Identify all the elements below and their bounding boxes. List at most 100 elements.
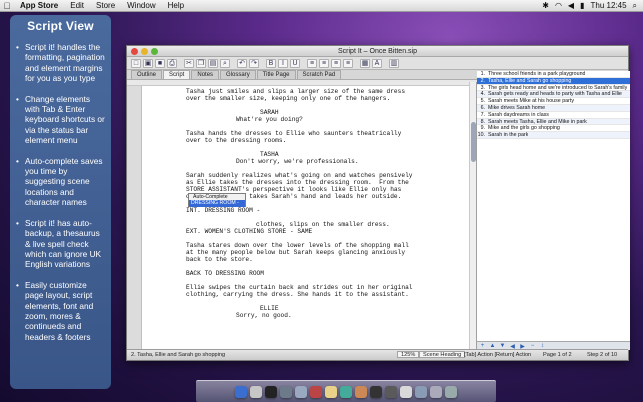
new-document-icon[interactable]: □ (131, 58, 141, 68)
promo-bullet: Change elements with Tab & Enter keyboar… (16, 94, 105, 146)
app-icon[interactable] (385, 385, 397, 398)
tab-outline[interactable]: Outline (131, 70, 163, 79)
script-it-dock-icon[interactable] (400, 385, 412, 398)
safari-icon[interactable] (295, 385, 307, 398)
scene-row[interactable]: 3. The girls head home and we're introdu… (477, 85, 630, 92)
scene-row[interactable]: 8. Sarah meets Tasha, Ellie and Mike in … (477, 118, 630, 126)
copy-icon[interactable]: ❐ (196, 58, 206, 68)
menu-edit[interactable]: Edit (64, 1, 90, 10)
scene-row[interactable]: 9. Mike and the girls go shopping (477, 125, 630, 133)
menu-clock[interactable]: Thu 12:45 (590, 1, 626, 10)
script-dialogue-line[interactable]: Don't worry, we're professionals. (236, 158, 359, 166)
window-titlebar[interactable]: Script It – Once Bitten.sip (127, 46, 628, 57)
battery-icon[interactable]: ▮ (580, 1, 584, 10)
facetime-icon[interactable] (340, 385, 352, 398)
promo-bullet: Script it! handles the formatting, pagin… (16, 42, 105, 84)
promo-bullet: Script it! has auto-backup, a thesaurus … (16, 218, 105, 270)
trash-icon[interactable] (445, 385, 457, 398)
script-action-line[interactable]: back to the store. (186, 256, 253, 264)
activity-monitor-icon[interactable] (280, 385, 292, 398)
feature-promo-panel: Script View Script it! handles the forma… (10, 15, 111, 389)
underline-icon[interactable]: U (290, 58, 300, 68)
terminal-icon[interactable] (265, 385, 277, 398)
cut-icon[interactable]: ✂ (184, 58, 194, 68)
page-counter: Page 1 of 2 (543, 352, 572, 358)
scene-title: Sarah daydreams in class (488, 111, 549, 118)
documents-stack-icon[interactable] (430, 385, 442, 398)
scene-row[interactable]: 7. Sarah daydreams in class (477, 112, 630, 119)
volume-icon[interactable]: ◀ (568, 1, 574, 10)
script-editor-area: Tasha just smiles and slips a larger siz… (127, 82, 477, 350)
menu-window[interactable]: Window (121, 1, 161, 10)
wifi-icon[interactable]: ◠ (555, 1, 562, 10)
window-title: Script It – Once Bitten.sip (338, 47, 417, 55)
menu-store[interactable]: Store (90, 1, 121, 10)
tab-title-page[interactable]: Title Page (256, 70, 296, 79)
tab-glossary[interactable]: Glossary (220, 70, 256, 79)
scene-row[interactable]: 1. Three school friends in a park playgr… (477, 71, 630, 78)
italic-icon[interactable]: I (278, 58, 288, 68)
script-action-line[interactable]: over to the dressing rooms. (186, 137, 286, 145)
highlight-color-icon[interactable]: ▦ (360, 58, 370, 68)
scene-title: Sarah gets ready and heads to party with… (488, 91, 622, 98)
downloads-stack-icon[interactable] (415, 385, 427, 398)
toolbar-separator (384, 59, 387, 68)
photo-icon[interactable] (355, 385, 367, 398)
tab-notes[interactable]: Notes (191, 70, 220, 79)
scene-row-selected[interactable]: 2. Tasha, Ellie and Sarah go shopping (477, 77, 630, 85)
print-icon[interactable]: ⎙ (167, 58, 177, 68)
script-scrollbar[interactable] (469, 82, 476, 350)
spotlight-icon[interactable]: ⌕ (633, 1, 637, 11)
zoom-select[interactable]: 125% (397, 351, 420, 358)
bold-icon[interactable]: B (266, 58, 276, 68)
autocomplete-popup: Auto-Complete DRESSING ROOM - (188, 193, 246, 207)
save-icon[interactable]: ■ (155, 58, 165, 68)
open-folder-icon[interactable]: ▣ (143, 58, 153, 68)
autocomplete-selected-option[interactable]: DRESSING ROOM - (189, 200, 245, 207)
script-action-line[interactable]: over the smaller size, keeping only one … (186, 95, 390, 103)
scene-row[interactable]: 6. Mike drives Sarah home (477, 104, 630, 112)
tab-script[interactable]: Script (163, 70, 191, 79)
menu-extras: ✱ ◠ ◀ ▮ Thu 12:45 ⌕ (542, 1, 643, 11)
promo-bullet-list: Script it! handles the formatting, pagin… (16, 42, 105, 342)
apple-menu-icon[interactable]:  (0, 1, 14, 11)
scene-navigator: 1. Three school friends in a park playgr… (477, 71, 630, 350)
system-preferences-icon[interactable] (250, 385, 262, 398)
scene-navigator-toggle-icon[interactable]: ▥ (389, 58, 399, 68)
menu-help[interactable]: Help (162, 1, 190, 10)
menu-app-store[interactable]: App Store (14, 1, 64, 10)
script-dialogue-line[interactable]: Sorry, no good. (236, 312, 292, 320)
undo-icon[interactable]: ↶ (237, 58, 247, 68)
bluetooth-icon[interactable]: ✱ (542, 1, 549, 10)
script-transition-line[interactable]: BACK TO DRESSING ROOM (186, 270, 264, 278)
element-shortcut-hint: [Tab] Action [Return] Action (464, 352, 532, 358)
align-center-icon[interactable]: ≡ (319, 58, 329, 68)
tab-scratch-pad[interactable]: Scratch Pad (296, 70, 342, 79)
scene-row[interactable]: 10. Sarah in the park (477, 132, 630, 139)
element-type-select[interactable]: Scene Heading (419, 351, 466, 358)
scene-title: Sarah meets Mike at his house party (488, 98, 574, 104)
scene-number: 5. (480, 98, 485, 105)
toolbar-separator (179, 59, 182, 68)
script-scene-heading[interactable]: EXT. WOMEN'S CLOTHING STORE - SAME (186, 228, 312, 236)
scene-row[interactable]: 4. Sarah gets ready and heads to party w… (477, 91, 630, 99)
find-icon[interactable]: ⌕ (220, 58, 230, 68)
paste-icon[interactable]: ▤ (208, 58, 218, 68)
calendar-icon[interactable] (310, 385, 322, 398)
scene-row[interactable]: 5. Sarah meets Mike at his house party (477, 98, 630, 105)
finder-icon[interactable] (235, 385, 247, 398)
scene-number: 4. (480, 91, 485, 98)
script-action-line[interactable]: clothing, carrying the dress. She hands … (186, 291, 409, 299)
scene-title: Mike drives Sarah home (488, 104, 546, 111)
script-scene-heading[interactable]: INT. DRESSING ROOM - (186, 207, 260, 215)
text-color-icon[interactable]: A (372, 58, 382, 68)
redo-icon[interactable]: ↷ (249, 58, 259, 68)
notes-icon[interactable] (325, 385, 337, 398)
script-scrollbar-thumb[interactable] (471, 122, 476, 162)
align-right-icon[interactable]: ≡ (331, 58, 341, 68)
justify-icon[interactable]: ≡ (343, 58, 353, 68)
media-icon[interactable] (370, 385, 382, 398)
script-dialogue-line[interactable]: What're you doing? (236, 116, 303, 124)
script-page[interactable]: Tasha just smiles and slips a larger siz… (141, 86, 474, 350)
align-left-icon[interactable]: ≡ (307, 58, 317, 68)
